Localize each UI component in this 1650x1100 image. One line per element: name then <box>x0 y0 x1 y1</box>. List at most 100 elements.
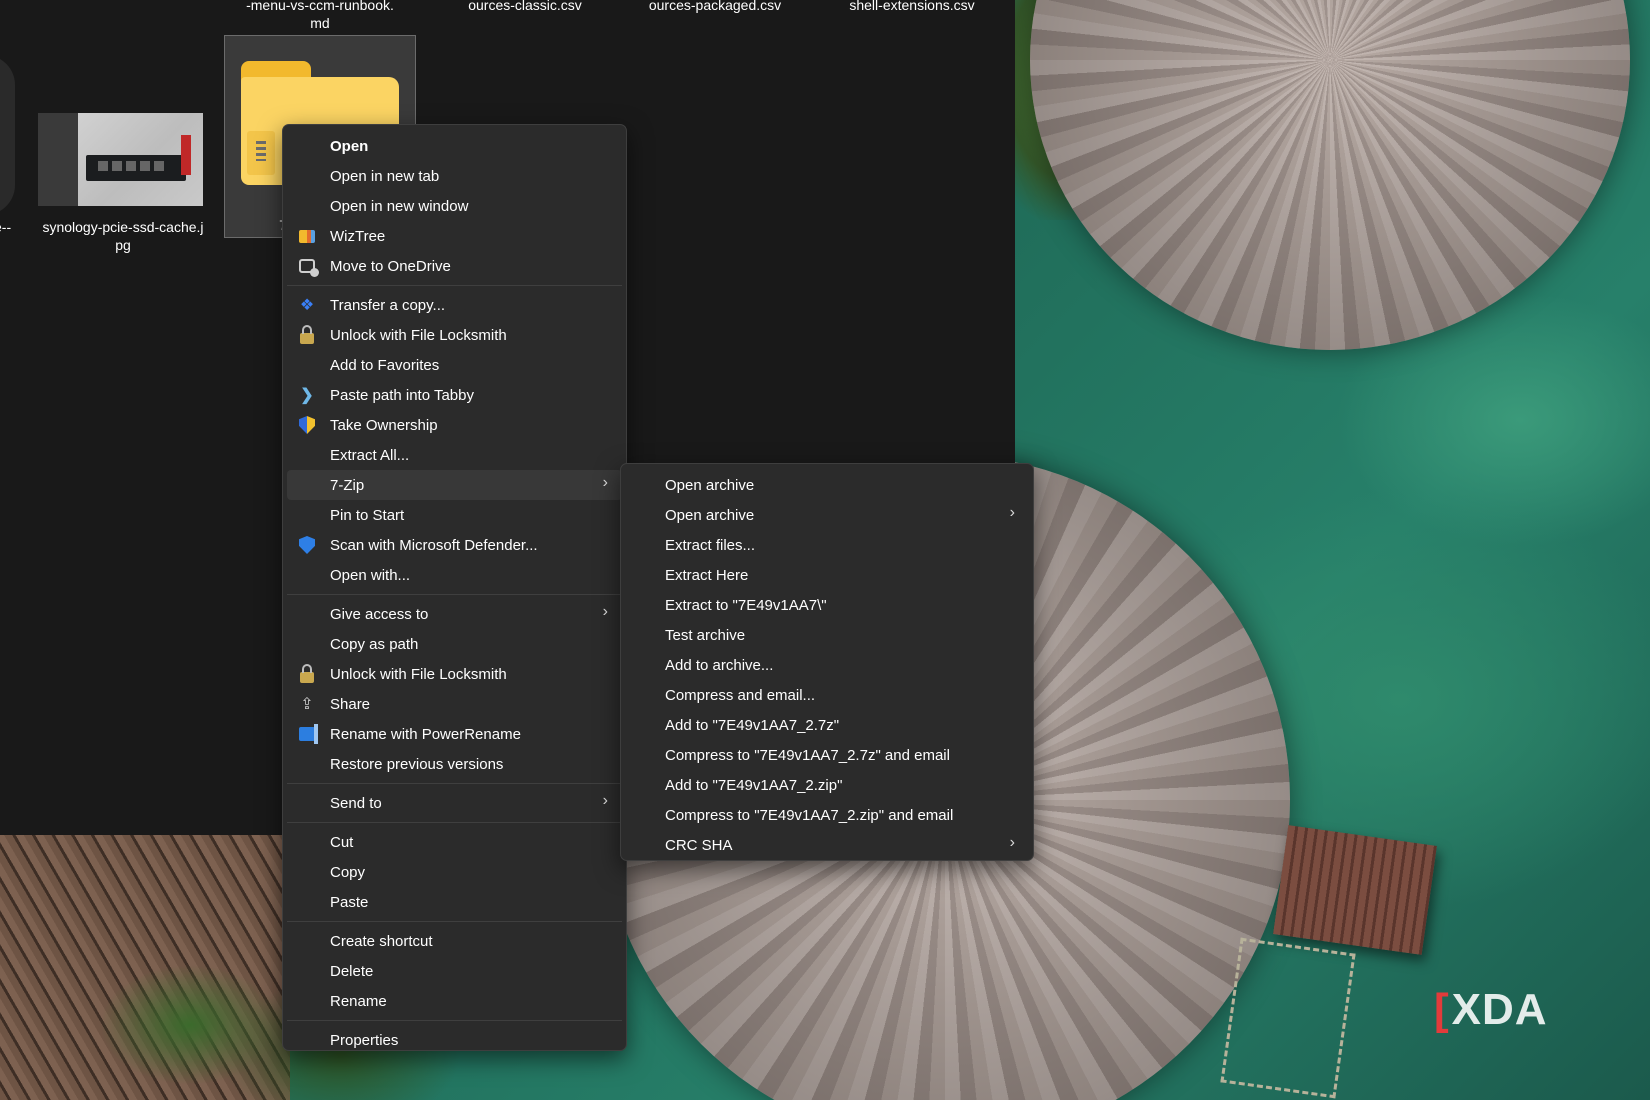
menu-item-label: Pin to Start <box>330 506 405 524</box>
menu-separator <box>287 1020 622 1021</box>
file-label-clipped: e-- <box>0 219 12 235</box>
xda-watermark: [XDA <box>1434 985 1548 1034</box>
menu-item-paste-path-into-tabby[interactable]: ❯ Paste path into Tabby <box>287 380 622 410</box>
wallpaper-umbrella-top <box>1030 0 1630 350</box>
menu-item-open-with[interactable]: Open with... <box>287 560 622 590</box>
shield-icon <box>297 415 317 435</box>
menu-item-open[interactable]: Open <box>287 131 622 161</box>
menu-item-add-to-7e49v1aa7-2-zip[interactable]: Add to "7E49v1AA7_2.zip" <box>625 770 1029 800</box>
menu-item-cut[interactable]: Cut <box>287 827 622 857</box>
menu-item-add-to-archive[interactable]: Add to archive... <box>625 650 1029 680</box>
menu-item-paste[interactable]: Paste <box>287 887 622 917</box>
file-label-synology[interactable]: synology-pcie-ssd-cache.j pg <box>28 218 218 254</box>
defender-icon <box>297 535 317 555</box>
7zip-submenu: Open archive Open archive › Extract files..… <box>620 463 1034 861</box>
menu-item-7-zip[interactable]: 7-Zip › <box>287 470 622 500</box>
menu-item-label: Extract All... <box>330 446 410 464</box>
menu-item-label: Add to "7E49v1AA7_2.zip" <box>665 776 843 794</box>
menu-item-restore-previous-versions[interactable]: Restore previous versions <box>287 749 622 779</box>
menu-item-label: Move to OneDrive <box>330 257 451 275</box>
menu-item-label: Add to Favorites <box>330 356 440 374</box>
menu-item-label: Open <box>330 137 369 155</box>
powerrename-icon <box>297 724 318 744</box>
tabby-icon: ❯ <box>300 387 314 404</box>
menu-item-label: Unlock with File Locksmith <box>330 326 507 344</box>
menu-item-open-in-new-window[interactable]: Open in new window <box>287 191 622 221</box>
menu-item-extract-to-7e49v1aa7[interactable]: Extract to "7E49v1AA7\" <box>625 590 1029 620</box>
menu-item-label: CRC SHA <box>665 836 733 854</box>
menu-item-label: Paste <box>330 893 369 911</box>
menu-item-rename-with-powerrename[interactable]: Rename with PowerRename <box>287 719 622 749</box>
file-item-sources-classic[interactable]: ources-classic.csv <box>430 0 620 14</box>
menu-item-label: Cut <box>330 833 354 851</box>
file-item-sources-packaged[interactable]: ources-packaged.csv <box>620 0 810 14</box>
chevron-right-icon: › <box>602 603 608 620</box>
menu-item-share[interactable]: ⇪ Share <box>287 689 622 719</box>
menu-item-label: Compress and email... <box>665 686 816 704</box>
menu-item-scan-with-microsoft-defender[interactable]: Scan with Microsoft Defender... <box>287 530 622 560</box>
menu-item-extract-all[interactable]: Extract All... <box>287 440 622 470</box>
menu-item-take-ownership[interactable]: Take Ownership <box>287 410 622 440</box>
menu-item-give-access-to[interactable]: Give access to › <box>287 599 622 629</box>
wallpaper-fence <box>1220 937 1356 1099</box>
chevron-right-icon: › <box>1009 834 1015 851</box>
menu-item-open-archive[interactable]: Open archive › <box>625 500 1029 530</box>
menu-separator <box>287 594 622 595</box>
image-thumbnail[interactable] <box>38 113 203 206</box>
menu-item-label: Open archive <box>665 506 755 524</box>
wiztree-icon <box>297 226 317 246</box>
menu-item-label: Create shortcut <box>330 932 433 950</box>
menu-item-open-archive[interactable]: Open archive <box>625 470 1029 500</box>
menu-item-extract-here[interactable]: Extract Here <box>625 560 1029 590</box>
file-item-shell-extensions[interactable]: shell-extensions.csv <box>817 0 1007 14</box>
menu-item-label: Extract to "7E49v1AA7\" <box>665 596 827 614</box>
menu-item-label: Compress to "7E49v1AA7_2.zip" and email <box>665 806 954 824</box>
menu-item-label: WizTree <box>330 227 386 245</box>
menu-item-label: Add to archive... <box>665 656 774 674</box>
menu-item-label: Extract Here <box>665 566 749 584</box>
menu-item-create-shortcut[interactable]: Create shortcut <box>287 926 622 956</box>
menu-item-label: Take Ownership <box>330 416 438 434</box>
menu-separator <box>287 822 622 823</box>
file-item-runbook[interactable]: -menu-vs-ccm-runbook. md <box>225 0 415 32</box>
menu-item-add-to-7e49v1aa7-2-7z[interactable]: Add to "7E49v1AA7_2.7z" <box>625 710 1029 740</box>
menu-separator <box>287 921 622 922</box>
menu-item-compress-and-email[interactable]: Compress and email... <box>625 680 1029 710</box>
menu-item-copy[interactable]: Copy <box>287 857 622 887</box>
menu-item-label: Delete <box>330 962 374 980</box>
menu-item-label: Open with... <box>330 566 411 584</box>
menu-item-wiztree[interactable]: WizTree <box>287 221 622 251</box>
menu-item-compress-to-7e49v1aa7-2-7z-and-email[interactable]: Compress to "7E49v1AA7_2.7z" and email <box>625 740 1029 770</box>
menu-item-send-to[interactable]: Send to › <box>287 788 622 818</box>
menu-item-extract-files[interactable]: Extract files... <box>625 530 1029 560</box>
menu-item-test-archive[interactable]: Test archive <box>625 620 1029 650</box>
chevron-right-icon: › <box>602 792 608 809</box>
menu-item-transfer-a-copy[interactable]: ❖ Transfer a copy... <box>287 290 622 320</box>
lock-icon <box>297 324 317 345</box>
onedrive-icon <box>297 256 319 277</box>
menu-item-label: Share <box>330 695 371 713</box>
menu-item-properties[interactable]: Properties <box>287 1025 622 1055</box>
menu-item-move-to-onedrive[interactable]: Move to OneDrive <box>287 251 622 281</box>
menu-item-add-to-favorites[interactable]: Add to Favorites <box>287 350 622 380</box>
menu-item-label: Rename <box>330 992 387 1010</box>
menu-item-label: Copy as path <box>330 635 419 653</box>
chevron-right-icon: › <box>602 474 608 491</box>
menu-item-label: Give access to <box>330 605 429 623</box>
menu-item-delete[interactable]: Delete <box>287 956 622 986</box>
menu-item-open-in-new-tab[interactable]: Open in new tab <box>287 161 622 191</box>
menu-item-rename[interactable]: Rename <box>287 986 622 1016</box>
lock-icon <box>297 663 317 684</box>
menu-item-unlock-with-file-locksmith[interactable]: Unlock with File Locksmith <box>287 659 622 689</box>
menu-item-copy-as-path[interactable]: Copy as path <box>287 629 622 659</box>
menu-item-label: Scan with Microsoft Defender... <box>330 536 538 554</box>
file-thumbnail-clipped[interactable] <box>0 55 15 215</box>
menu-item-compress-to-7e49v1aa7-2-zip-and-email[interactable]: Compress to "7E49v1AA7_2.zip" and email <box>625 800 1029 830</box>
menu-item-label: Unlock with File Locksmith <box>330 665 507 683</box>
menu-item-label: Open in new window <box>330 197 469 215</box>
menu-item-label: Open archive <box>665 476 755 494</box>
menu-item-pin-to-start[interactable]: Pin to Start <box>287 500 622 530</box>
dropbox-icon: ❖ <box>299 297 315 314</box>
menu-item-unlock-with-file-locksmith[interactable]: Unlock with File Locksmith <box>287 320 622 350</box>
menu-item-crc-sha[interactable]: CRC SHA › <box>625 830 1029 860</box>
